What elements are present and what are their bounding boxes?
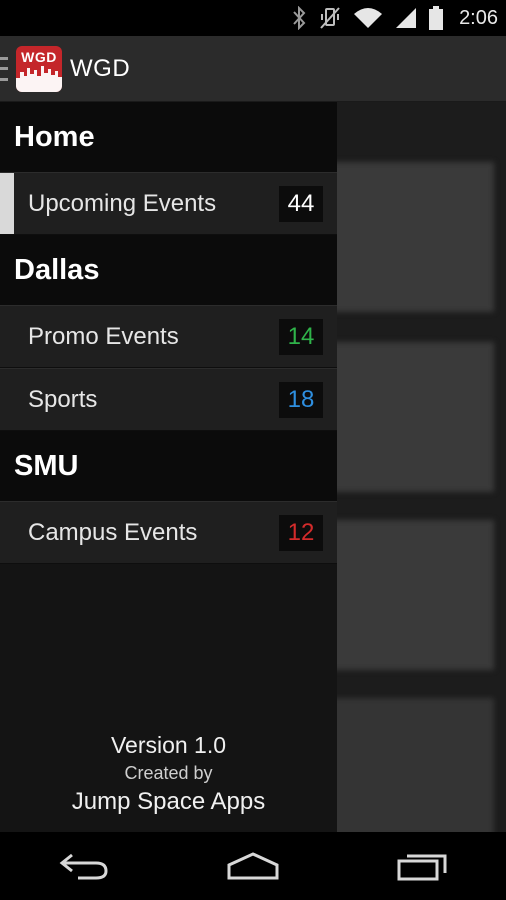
app-logo[interactable]: WGD bbox=[16, 45, 62, 92]
wifi-icon bbox=[353, 7, 383, 29]
vibrate-off-icon bbox=[319, 6, 341, 30]
system-nav-bar bbox=[0, 832, 506, 900]
battery-icon bbox=[429, 6, 444, 30]
navigation-drawer: Home Upcoming Events 44 Dallas Promo Eve… bbox=[0, 102, 337, 832]
status-bar: 2:06 bbox=[0, 0, 506, 36]
count-badge: 44 bbox=[279, 185, 323, 222]
section-header-home: Home bbox=[0, 102, 337, 172]
drawer-item-label: Sports bbox=[28, 385, 98, 413]
app-title: WGD bbox=[70, 54, 131, 82]
active-indicator bbox=[0, 173, 14, 234]
created-by-text: Created by bbox=[124, 763, 213, 783]
section-title: Home bbox=[14, 120, 95, 153]
recent-apps-icon[interactable] bbox=[382, 841, 462, 891]
back-icon[interactable] bbox=[44, 841, 124, 891]
count-badge: 14 bbox=[279, 318, 323, 355]
drawer-toggle-icon[interactable] bbox=[0, 56, 10, 81]
section-title: SMU bbox=[14, 449, 79, 482]
section-header-smu: SMU bbox=[0, 431, 337, 501]
drawer-item-label: Promo Events bbox=[28, 322, 179, 350]
count-badge: 18 bbox=[279, 381, 323, 418]
cell-signal-icon bbox=[395, 7, 417, 29]
section-header-dallas: Dallas bbox=[0, 235, 337, 305]
version-text: Version 1.0 bbox=[110, 732, 227, 758]
company-name: Jump Space Apps bbox=[71, 788, 266, 815]
drawer-item-label: Upcoming Events bbox=[28, 189, 217, 217]
status-time: 2:06 bbox=[459, 6, 498, 29]
drawer-item-campus-events[interactable]: Campus Events 12 bbox=[0, 501, 337, 564]
drawer-footer: Version 1.0 Created by Jump Space Apps bbox=[0, 732, 337, 832]
home-icon[interactable] bbox=[213, 841, 293, 891]
drawer-item-label: Campus Events bbox=[28, 518, 198, 546]
drawer-item-upcoming-events[interactable]: Upcoming Events 44 bbox=[0, 172, 337, 235]
action-bar: WGD WGD bbox=[0, 36, 506, 102]
count-badge: 12 bbox=[279, 514, 323, 551]
bluetooth-icon bbox=[291, 6, 307, 30]
section-title: Dallas bbox=[14, 253, 100, 286]
drawer-item-promo-events[interactable]: Promo Events 14 bbox=[0, 305, 337, 368]
drawer-item-sports[interactable]: Sports 18 bbox=[0, 368, 337, 431]
